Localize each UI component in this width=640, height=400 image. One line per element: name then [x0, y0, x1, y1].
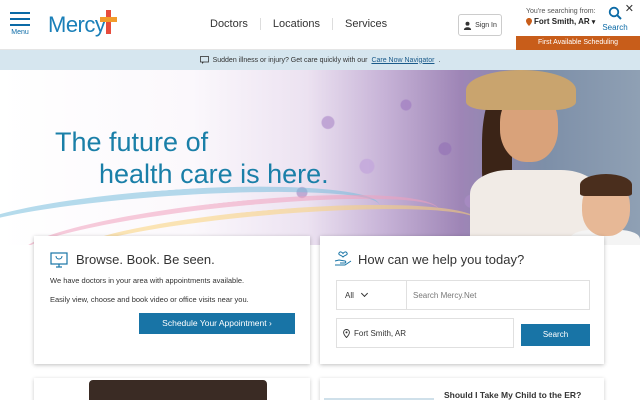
hero-headline-line2: health care is here.: [99, 159, 329, 189]
browse-book-card: Browse. Book. Be seen. We have doctors i…: [34, 236, 310, 364]
hero-headline: The future of health care is here.: [55, 126, 329, 190]
care-now-navigator-link[interactable]: Care Now Navigator: [371, 57, 434, 64]
mercy-cross-icon: [99, 10, 119, 36]
help-card-title: How can we help you today?: [358, 252, 525, 267]
searching-from-label: You're searching from:: [526, 8, 596, 15]
browse-card-line2: Easily view, choose and book video or of…: [50, 295, 249, 304]
location-text: Fort Smith, AR: [534, 17, 590, 26]
helping-hand-icon: [334, 251, 352, 266]
menu-label: Menu: [11, 29, 29, 36]
browse-card-line1: We have doctors in your area with appoin…: [50, 276, 245, 285]
nav-doctors[interactable]: Doctors: [198, 18, 261, 30]
monitor-stethoscope-icon: [50, 252, 68, 268]
main-nav: Doctors Locations Services: [198, 18, 399, 30]
menu-button[interactable]: Menu: [8, 12, 32, 36]
pin-icon: [526, 17, 532, 26]
signin-label: Sign In: [475, 21, 497, 29]
category-dropdown-value: All: [345, 291, 354, 300]
site-header: Menu Mercy Doctors Locations Services Si…: [0, 0, 640, 50]
pin-icon: [343, 329, 350, 338]
featured-card-right[interactable]: Should I Take My Child to the ER?: [320, 378, 604, 400]
current-location: Fort Smith, AR ▾: [526, 17, 606, 26]
alert-suffix: .: [438, 56, 441, 64]
hero-photo-baby: [580, 174, 632, 196]
location-input-value: Fort Smith, AR: [354, 329, 407, 338]
close-icon[interactable]: ✕: [625, 4, 634, 15]
browse-card-title: Browse. Book. Be seen.: [76, 252, 215, 267]
person-icon: [463, 21, 472, 30]
category-dropdown[interactable]: All: [336, 280, 406, 310]
article-title[interactable]: Should I Take My Child to the ER?: [444, 390, 581, 400]
alert-text: Sudden illness or injury? Get care quick…: [212, 56, 368, 64]
schedule-appointment-button[interactable]: Schedule Your Appointment ›: [139, 313, 295, 334]
help-search-card: How can we help you today? All Search Me…: [320, 236, 604, 364]
chevron-down-icon: ▾: [591, 18, 596, 26]
header-search-label: Search: [602, 23, 628, 32]
location-input[interactable]: Fort Smith, AR: [336, 318, 514, 348]
site-search-input[interactable]: Search Mercy.Net: [406, 280, 590, 310]
hero-photo-hat: [466, 70, 576, 110]
featured-card-left[interactable]: [34, 378, 310, 400]
menu-icon: [8, 12, 32, 26]
signin-button[interactable]: Sign In: [458, 14, 502, 36]
nav-locations[interactable]: Locations: [261, 18, 333, 30]
search-icon: [608, 6, 622, 20]
first-available-scheduling-button[interactable]: First Available Scheduling: [516, 36, 640, 50]
featured-image: [89, 380, 267, 400]
nav-services[interactable]: Services: [333, 18, 399, 30]
chevron-down-icon: [360, 289, 368, 298]
location-selector[interactable]: You're searching from: Fort Smith, AR ▾: [526, 8, 606, 26]
message-icon: [199, 56, 209, 64]
mercy-logo[interactable]: Mercy: [48, 12, 106, 38]
search-submit-button[interactable]: Search: [521, 324, 590, 346]
hero-headline-line1: The future of: [55, 127, 209, 157]
alert-bar: Sudden illness or injury? Get care quick…: [0, 50, 640, 70]
